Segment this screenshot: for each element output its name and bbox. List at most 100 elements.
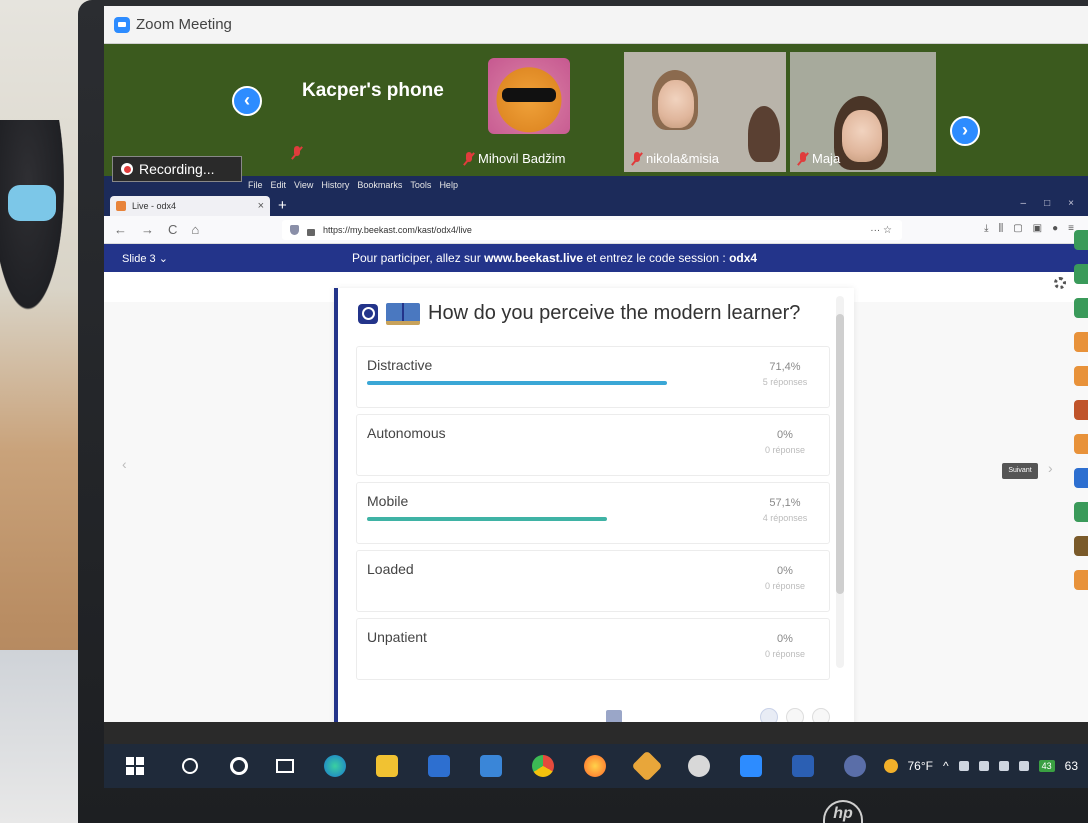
downloads-icon[interactable]: ⤓ [984, 223, 988, 234]
maximize-button[interactable]: □ [1044, 198, 1050, 209]
url-bar[interactable]: https://my.beekast.com/kast/odx4/live ··… [282, 220, 902, 240]
firefox-icon[interactable] [584, 755, 606, 777]
sidebar-icon[interactable]: ▢ [1013, 223, 1022, 234]
question-title: How do you perceive the modern learner? [428, 302, 801, 324]
next-participants-button[interactable]: › [950, 116, 980, 146]
close-window-button[interactable]: × [1068, 198, 1074, 209]
back-arrow-icon[interactable]: ← [114, 222, 127, 237]
edge-icon[interactable] [324, 755, 346, 777]
zoom-participant-strip: ‹ Kacper's phone Mihovil Badžim nikola&m… [104, 44, 1088, 176]
volume-icon[interactable] [1018, 761, 1029, 771]
previous-participants-button[interactable]: ‹ [232, 86, 262, 116]
store-icon[interactable] [428, 755, 450, 777]
weather-temperature[interactable]: 76°F [908, 759, 933, 773]
menu-history[interactable]: History [321, 180, 349, 190]
home-icon[interactable]: ⌂ [191, 222, 199, 237]
participant-tile-mihovil[interactable]: Mihovil Badžim [456, 52, 620, 172]
join-instructions: Pour participer, allez sur www.beekast.l… [352, 251, 758, 265]
close-tab-icon[interactable]: × [258, 200, 264, 212]
result-bar-track [367, 381, 787, 385]
participant-video-face [658, 80, 694, 128]
screen-lower-band [104, 722, 1088, 744]
slide-selector[interactable]: Slide 3 ⌄ [122, 252, 352, 265]
poll-option-autonomous: Autonomous 0% 0 réponse [356, 414, 830, 476]
meet-icon[interactable] [998, 761, 1009, 771]
mic-muted-icon [464, 151, 474, 166]
books-icon [386, 302, 420, 325]
option-percent: 71,4% [769, 361, 801, 373]
lock-icon[interactable] [307, 228, 315, 236]
scrollbar-thumb[interactable] [836, 314, 844, 594]
option-percent: 0% [777, 429, 793, 441]
browser-tabbar: Live - odx4 × + – □ × [104, 194, 1088, 216]
tab-title: Live - odx4 [132, 201, 177, 211]
notification-badge[interactable]: 43 [1038, 760, 1055, 772]
browser-tab-active[interactable]: Live - odx4 × [110, 196, 270, 216]
previous-slide-arrow[interactable]: ‹ [122, 456, 127, 472]
file-explorer-icon[interactable] [376, 755, 398, 777]
app-edge-icon [1074, 366, 1088, 386]
extension-icon[interactable]: ● [1052, 223, 1058, 234]
search-icon[interactable] [182, 758, 198, 774]
tray-overflow-caret[interactable]: ^ [943, 759, 949, 773]
network-icon[interactable] [958, 761, 969, 771]
reload-icon[interactable]: C [168, 222, 177, 237]
poll-option-loaded: Loaded 0% 0 réponse [356, 550, 830, 612]
minimize-button[interactable]: – [1021, 198, 1027, 209]
record-icon [121, 163, 133, 175]
pocket-icon[interactable]: ▣ [1033, 223, 1042, 234]
menu-bookmarks[interactable]: Bookmarks [357, 180, 402, 190]
settings-gear-icon[interactable] [1054, 277, 1066, 289]
windows-start-icon[interactable] [126, 757, 144, 775]
menu-help[interactable]: Help [439, 180, 458, 190]
zoom-logo-icon [114, 16, 130, 33]
student-silhouette [0, 120, 70, 330]
chrome-icon[interactable] [532, 755, 554, 777]
clock-partial: 63 [1064, 759, 1078, 773]
beekast-favicon-icon [116, 201, 126, 211]
paint-icon[interactable] [688, 755, 710, 777]
cat-avatar-image [488, 58, 570, 134]
result-bar-track [367, 517, 787, 521]
window-controls: – □ × [1021, 198, 1074, 209]
app-edge-icon [1074, 570, 1088, 590]
participant-tile-kacper[interactable]: Kacper's phone [284, 52, 452, 172]
weather-sun-icon[interactable] [883, 759, 898, 773]
cortana-icon[interactable] [230, 757, 248, 775]
option-count: 0 réponse [764, 445, 806, 455]
next-slide-arrow[interactable]: › [1048, 460, 1053, 476]
zoom-taskbar-icon[interactable] [740, 755, 762, 777]
poll-type-icon [358, 303, 378, 324]
menu-tools[interactable]: Tools [410, 180, 431, 190]
word-icon[interactable] [792, 755, 814, 777]
tracking-shield-icon[interactable] [290, 225, 299, 235]
zoom-titlebar: Zoom Meeting [104, 6, 1088, 44]
new-tab-button[interactable]: + [278, 196, 287, 216]
poll-option-unpatient: Unpatient 0% 0 réponse [356, 618, 830, 680]
participant-tile-maja[interactable]: Maja [790, 52, 936, 172]
browser-navbar: ← → C ⌂ https://my.beekast.com/kast/odx4… [104, 216, 1088, 244]
task-view-icon[interactable] [276, 759, 294, 773]
mail-icon[interactable] [480, 755, 502, 777]
tools-icon[interactable] [631, 750, 663, 782]
option-count: 5 réponses [762, 377, 808, 387]
app-edge-icon [1074, 400, 1088, 420]
forward-arrow-icon[interactable]: → [141, 222, 154, 237]
poll-scrollbar[interactable] [836, 296, 844, 668]
option-count: 0 réponse [764, 581, 806, 591]
url-text: https://my.beekast.com/kast/odx4/live [323, 225, 472, 235]
menu-edit[interactable]: Edit [271, 180, 287, 190]
poll-option-distractive: Distractive 71,4% 5 réponses [356, 346, 830, 408]
participant-tile-nikola[interactable]: nikola&misia [624, 52, 786, 172]
library-icon[interactable]: ⫼ [999, 223, 1004, 234]
menu-view[interactable]: View [294, 180, 313, 190]
page-actions-icon[interactable]: ··· ☆ [870, 225, 892, 236]
mic-muted-icon [292, 146, 302, 160]
app-edge-icon [1074, 332, 1088, 352]
recording-indicator[interactable]: Recording... [112, 156, 242, 182]
menu-file[interactable]: File [248, 180, 263, 190]
question-header: How do you perceive the modern learner? [358, 302, 800, 325]
next-slide-button[interactable]: Suivant [1002, 463, 1038, 479]
cloud-icon[interactable] [978, 761, 989, 771]
help-icon[interactable] [844, 755, 866, 777]
